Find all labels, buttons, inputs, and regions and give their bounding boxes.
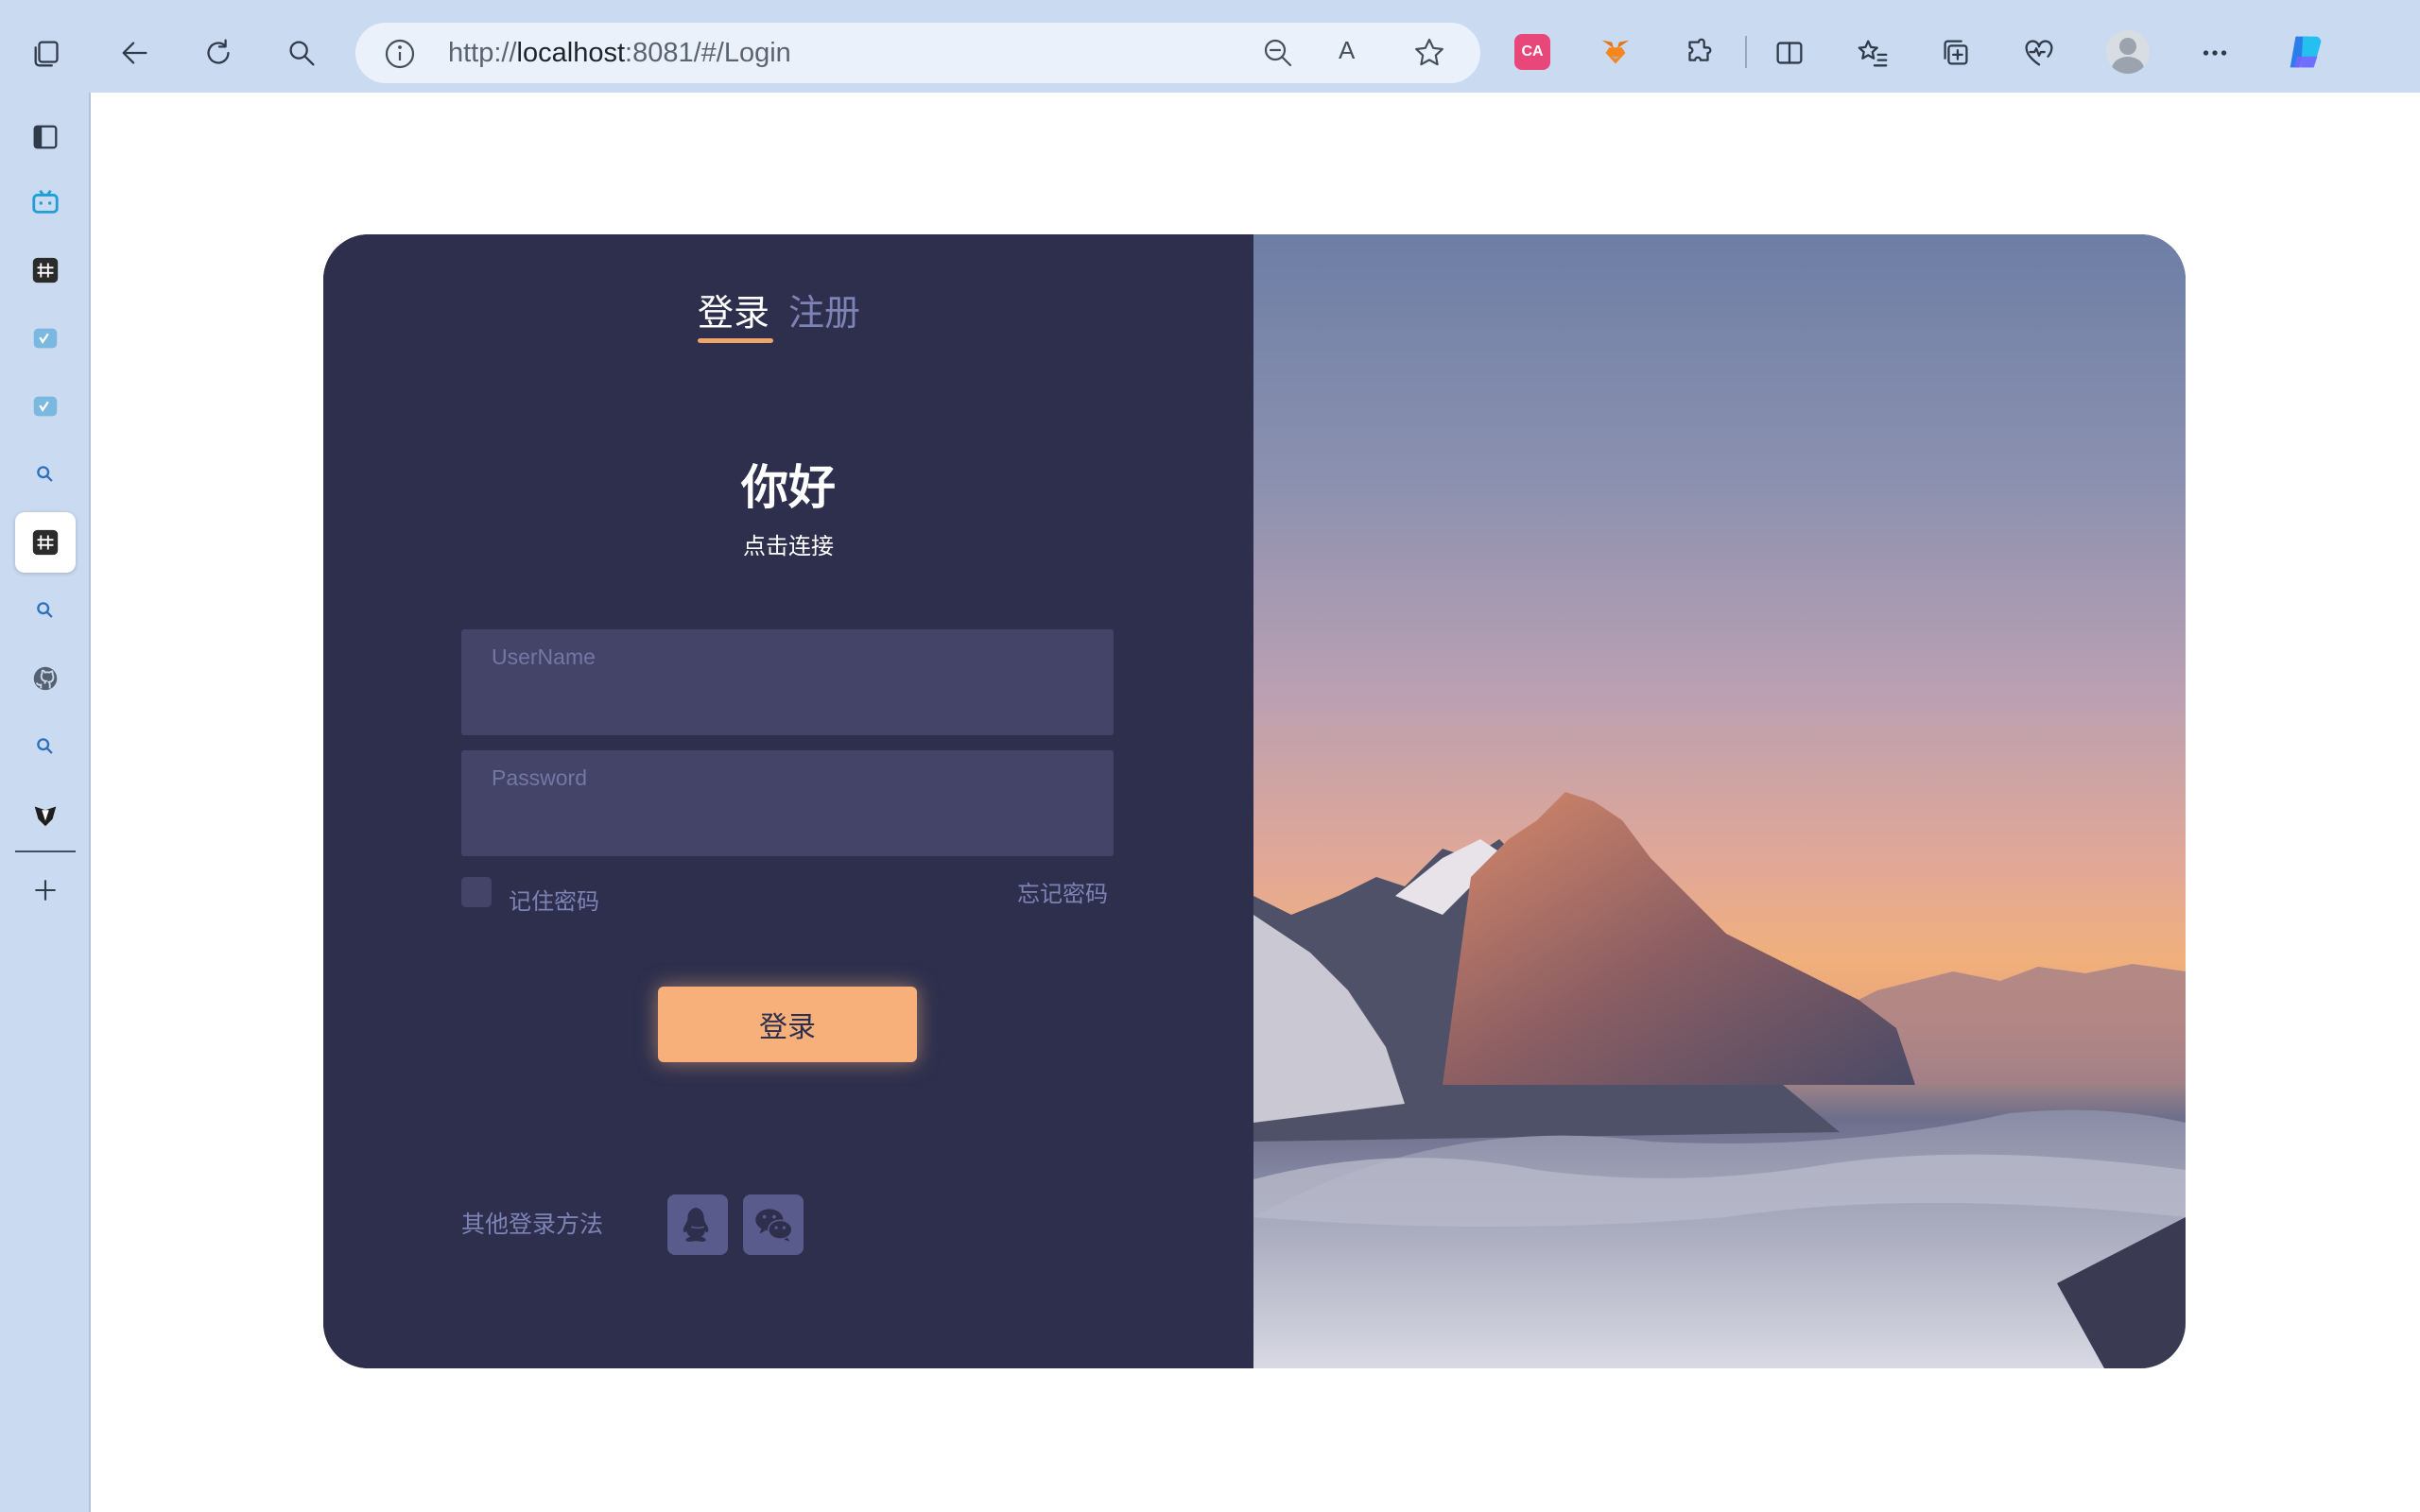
app-hash-icon[interactable] bbox=[15, 240, 76, 301]
browser-sidebar bbox=[0, 93, 91, 1512]
back-icon[interactable] bbox=[108, 26, 163, 80]
username-input[interactable]: UserName bbox=[461, 629, 1114, 735]
login-panel: 登录 注册 你好 点击连接 UserName Password 记住密码 忘记密… bbox=[323, 234, 1253, 1368]
profile-avatar[interactable] bbox=[2106, 30, 2150, 74]
split-screen-icon[interactable] bbox=[1762, 26, 1817, 80]
mountain-landscape-image bbox=[1253, 234, 2186, 1368]
tuxedo-app-icon[interactable] bbox=[15, 784, 76, 845]
extensions-puzzle-icon[interactable] bbox=[1671, 26, 1726, 80]
favorites-list-icon[interactable] bbox=[1845, 26, 1900, 80]
read-aloud-icon[interactable]: A bbox=[1339, 36, 1374, 72]
toolbar-divider bbox=[1745, 36, 1747, 68]
remember-label[interactable]: 记住密码 bbox=[509, 883, 599, 916]
vs-app-icon-2[interactable] bbox=[15, 376, 76, 437]
bilibili-tv-icon[interactable] bbox=[15, 172, 76, 232]
site-info-icon[interactable] bbox=[384, 38, 416, 70]
login-button[interactable]: 登录 bbox=[658, 987, 917, 1062]
sidebar-panel-icon[interactable] bbox=[15, 107, 76, 167]
app-hash-icon-active[interactable] bbox=[15, 512, 76, 573]
github-icon[interactable] bbox=[15, 648, 76, 709]
password-input[interactable]: Password bbox=[461, 750, 1114, 856]
greeting-subtitle: 点击连接 bbox=[743, 533, 834, 559]
metamask-fox-icon[interactable] bbox=[1598, 34, 1634, 70]
translate-extension-icon[interactable]: CA bbox=[1514, 34, 1550, 70]
search-icon[interactable] bbox=[274, 26, 329, 80]
tab-login[interactable]: 登录 bbox=[698, 284, 769, 335]
active-tab-indicator bbox=[698, 338, 773, 343]
vs-app-icon-1[interactable] bbox=[15, 308, 76, 369]
sidebar-search-icon-2[interactable] bbox=[15, 580, 76, 641]
add-sidebar-app-icon[interactable] bbox=[15, 860, 76, 920]
browser-essentials-icon[interactable] bbox=[2012, 26, 2066, 80]
remember-checkbox[interactable] bbox=[461, 877, 492, 907]
sidebar-divider bbox=[15, 850, 76, 852]
more-menu-icon[interactable] bbox=[2187, 26, 2242, 80]
favorite-star-icon[interactable] bbox=[1412, 36, 1448, 72]
collections-icon[interactable] bbox=[1928, 26, 1983, 80]
browser-toolbar: http://localhost:8081/#/Login A CA bbox=[0, 0, 2420, 93]
address-bar[interactable]: http://localhost:8081/#/Login A bbox=[355, 23, 1480, 83]
greeting-heading: 你好 bbox=[741, 460, 836, 515]
qq-icon[interactable] bbox=[667, 1194, 728, 1255]
refresh-icon[interactable] bbox=[191, 26, 246, 80]
copilot-icon[interactable] bbox=[2282, 28, 2329, 76]
sidebar-search-icon-1[interactable] bbox=[15, 444, 76, 505]
username-placeholder: UserName bbox=[492, 644, 596, 669]
login-card: 登录 注册 你好 点击连接 UserName Password 记住密码 忘记密… bbox=[323, 234, 2186, 1368]
page-content: 登录 注册 你好 点击连接 UserName Password 记住密码 忘记密… bbox=[91, 93, 2420, 1512]
sidebar-search-icon-3[interactable] bbox=[15, 716, 76, 777]
wechat-icon[interactable] bbox=[743, 1194, 804, 1255]
other-login-methods-label: 其他登录方法 bbox=[461, 1211, 604, 1238]
forgot-password-link[interactable]: 忘记密码 bbox=[1017, 875, 1108, 908]
workspaces-icon[interactable] bbox=[21, 26, 76, 80]
url-text[interactable]: http://localhost:8081/#/Login bbox=[448, 38, 791, 69]
password-placeholder: Password bbox=[492, 765, 587, 790]
tab-register[interactable]: 注册 bbox=[788, 284, 860, 335]
zoom-out-icon[interactable] bbox=[1261, 36, 1297, 72]
